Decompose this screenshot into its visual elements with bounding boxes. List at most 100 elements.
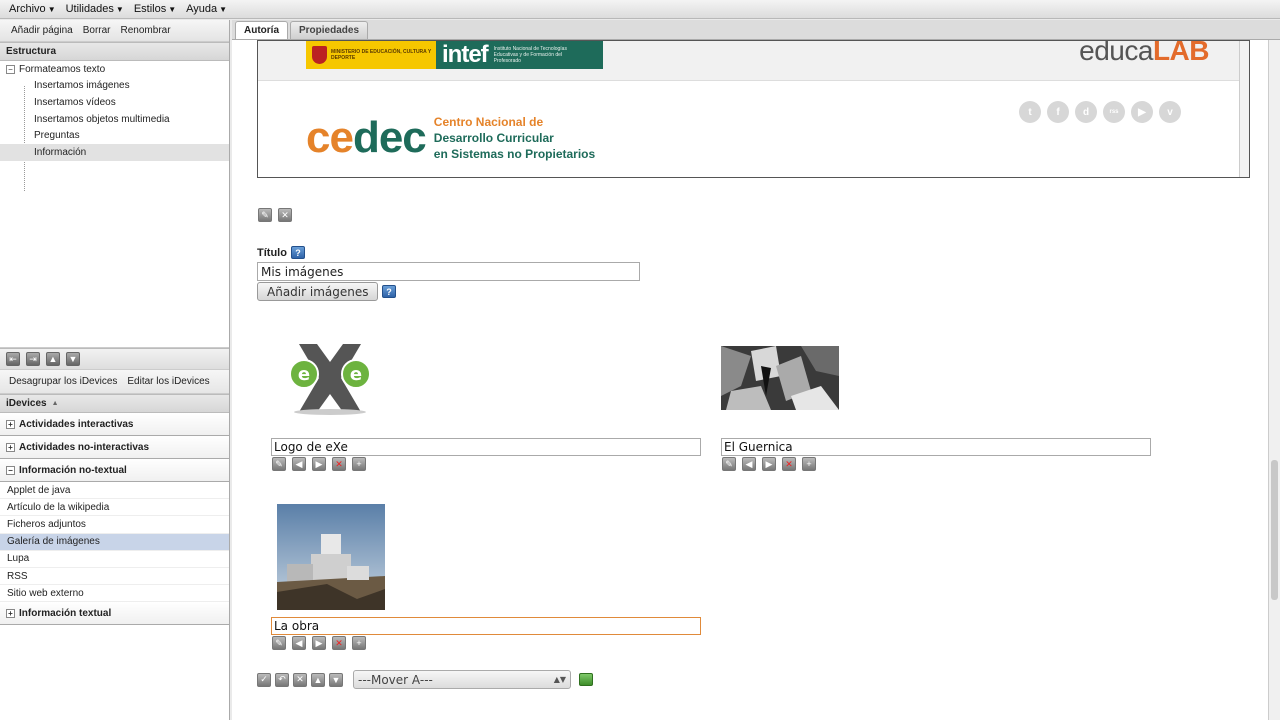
- menu-utilidades[interactable]: Utilidades ▼: [61, 3, 129, 15]
- image-caption-input[interactable]: [721, 438, 1151, 456]
- edit-icon[interactable]: ✎: [722, 457, 736, 471]
- delete-icon[interactable]: ✕: [782, 457, 796, 471]
- intef-word: intef: [442, 41, 489, 68]
- group-label: Información no-textual: [19, 464, 127, 476]
- title-input[interactable]: [257, 262, 640, 281]
- move-up-icon[interactable]: ▲: [46, 352, 60, 366]
- title-label-text: Título: [257, 246, 287, 259]
- right-panel: Autoría Propiedades MINISTERIO DE EDUCAC…: [232, 20, 1280, 720]
- expand-icon[interactable]: +: [6, 608, 15, 618]
- social-icons: t f d rss ▶ v: [1019, 101, 1181, 123]
- idevices-toolbar: Desagrupar los iDevices Editar los iDevi…: [0, 370, 229, 394]
- intef-subtitle: Instituto Nacional de Tecnologías Educat…: [493, 46, 567, 64]
- educalab-word: educa: [1079, 40, 1153, 66]
- delete-icon[interactable]: ✕: [332, 636, 346, 650]
- delicious-icon[interactable]: d: [1075, 101, 1097, 123]
- cedec-line-3: en Sistemas no Propietarios: [433, 147, 596, 161]
- done-icon[interactable]: ✓: [257, 672, 271, 687]
- title-label: Título ?: [257, 246, 305, 259]
- help-icon[interactable]: ?: [290, 246, 305, 259]
- la-obra-thumbnail: [277, 504, 385, 610]
- image-caption-input[interactable]: [271, 438, 701, 456]
- move-to-select[interactable]: ---Mover A--- ▲▼: [353, 670, 571, 689]
- group-actividades-interactivas[interactable]: + Actividades interactivas: [0, 413, 229, 436]
- expand-icon[interactable]: +: [6, 419, 15, 429]
- idevice-item-selected[interactable]: Galería de imágenes: [0, 533, 229, 551]
- move-right-icon[interactable]: ▶: [312, 457, 326, 471]
- twitter-icon[interactable]: t: [1019, 101, 1041, 123]
- image-actions: ✎ ◀ ▶ ✕ +: [722, 457, 816, 471]
- idevice-action-bar: ✓ ↶ ✕ ▲ ▼ ---Mover A--- ▲▼: [257, 670, 593, 689]
- delete-header-icon[interactable]: ✕: [278, 208, 292, 222]
- move-down-icon[interactable]: ▼: [66, 352, 80, 366]
- tree-node[interactable]: Insertamos imágenes: [0, 78, 229, 95]
- menu-estilos[interactable]: Estilos ▼: [129, 3, 181, 15]
- image-caption-input-focused[interactable]: [271, 617, 701, 635]
- delete-idevice-icon[interactable]: ✕: [293, 672, 307, 687]
- guernica-image[interactable]: [721, 346, 839, 410]
- content-scrollbar[interactable]: [1268, 40, 1280, 720]
- group-actividades-no-interactivas[interactable]: + Actividades no-interactivas: [0, 436, 229, 459]
- promote-icon[interactable]: ⇤: [6, 352, 20, 366]
- move-right-icon[interactable]: ▶: [762, 457, 776, 471]
- cedec-line-1: Centro Nacional de: [433, 115, 544, 129]
- add-icon[interactable]: +: [352, 457, 366, 471]
- rename-button[interactable]: Renombrar: [116, 25, 176, 36]
- expand-icon[interactable]: +: [6, 442, 15, 452]
- svg-text:e: e: [350, 364, 362, 385]
- add-icon[interactable]: +: [802, 457, 816, 471]
- group-informacion-no-textual[interactable]: − Información no-textual: [0, 459, 229, 482]
- scrollbar-thumb[interactable]: [1271, 460, 1278, 600]
- la-obra-image[interactable]: [277, 504, 385, 610]
- idevice-item[interactable]: Artículo de la wikipedia: [0, 499, 229, 517]
- menu-archivo[interactable]: Archivo ▼: [4, 3, 61, 15]
- tree-node-root[interactable]: − Formateamos texto: [0, 61, 229, 78]
- tree-node[interactable]: Preguntas: [0, 127, 229, 144]
- edit-idevices-button[interactable]: Editar los iDevices: [122, 376, 214, 387]
- group-informacion-textual[interactable]: + Información textual: [0, 602, 229, 626]
- tree-node[interactable]: Insertamos vídeos: [0, 94, 229, 111]
- rss-icon[interactable]: rss: [1103, 101, 1125, 123]
- demote-icon[interactable]: ⇥: [26, 352, 40, 366]
- move-up-icon[interactable]: ▲: [311, 672, 325, 687]
- idevice-item[interactable]: Ficheros adjuntos: [0, 516, 229, 534]
- svg-text:e: e: [298, 364, 310, 385]
- tree-node[interactable]: Insertamos objetos multimedia: [0, 111, 229, 128]
- idevice-item[interactable]: RSS: [0, 568, 229, 586]
- idevices-header[interactable]: iDevices ▲: [0, 394, 229, 413]
- delete-button[interactable]: Borrar: [78, 25, 116, 36]
- confirm-move-icon[interactable]: [579, 673, 593, 686]
- add-images-button[interactable]: Añadir imágenes: [257, 282, 379, 301]
- vimeo-icon[interactable]: v: [1159, 101, 1181, 123]
- ministry-text: MINISTERIO DE EDUCACIÓN, CULTURA Y DEPOR…: [331, 49, 432, 61]
- move-left-icon[interactable]: ◀: [292, 457, 306, 471]
- undo-icon[interactable]: ↶: [275, 672, 289, 687]
- collapse-icon[interactable]: −: [6, 465, 15, 475]
- idevice-item[interactable]: Lupa: [0, 551, 229, 568]
- move-left-icon[interactable]: ◀: [742, 457, 756, 471]
- idevice-item[interactable]: Sitio web externo: [0, 585, 229, 603]
- add-page-button[interactable]: Añadir página: [6, 25, 78, 36]
- menu-ayuda[interactable]: Ayuda ▼: [181, 3, 232, 15]
- youtube-icon[interactable]: ▶: [1131, 101, 1153, 123]
- edit-icon[interactable]: ✎: [272, 457, 286, 471]
- move-right-icon[interactable]: ▶: [312, 636, 326, 650]
- move-down-icon[interactable]: ▼: [329, 672, 343, 687]
- tab-propiedades[interactable]: Propiedades: [290, 21, 369, 39]
- collapse-icon[interactable]: −: [6, 64, 15, 74]
- facebook-icon[interactable]: f: [1047, 101, 1069, 123]
- intef-logo: intef Instituto Nacional de Tecnologías …: [436, 41, 603, 69]
- edit-header-icon[interactable]: ✎: [258, 208, 272, 222]
- cedec-ce: ce: [306, 113, 354, 162]
- help-icon[interactable]: ?: [382, 285, 396, 298]
- delete-icon[interactable]: ✕: [332, 457, 346, 471]
- add-icon[interactable]: +: [352, 636, 366, 650]
- frame-scrollbar[interactable]: [1239, 41, 1249, 177]
- exe-logo-image[interactable]: e e: [285, 340, 375, 416]
- idevice-item[interactable]: Applet de java: [0, 482, 229, 500]
- ungroup-idevices-button[interactable]: Desagrupar los iDevices: [4, 376, 122, 387]
- edit-icon[interactable]: ✎: [272, 636, 286, 650]
- tab-autoria[interactable]: Autoría: [235, 21, 288, 39]
- move-left-icon[interactable]: ◀: [292, 636, 306, 650]
- tree-node-selected[interactable]: Información: [0, 143, 229, 161]
